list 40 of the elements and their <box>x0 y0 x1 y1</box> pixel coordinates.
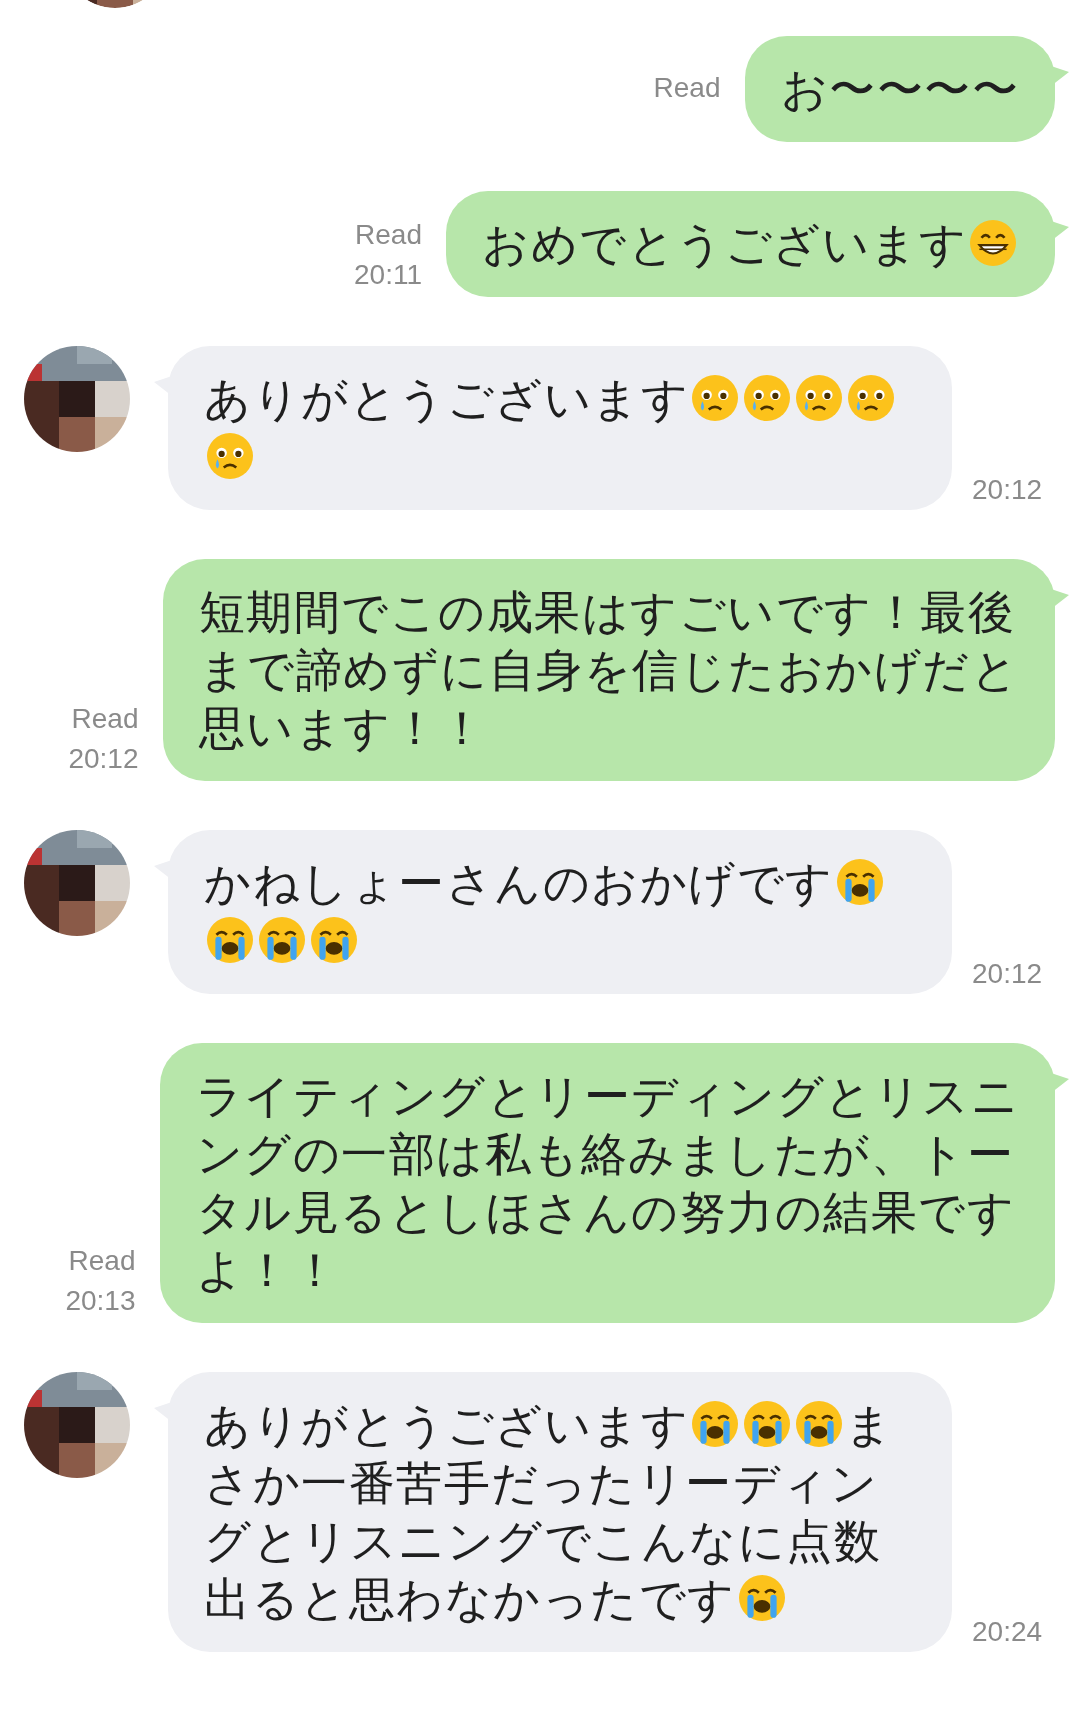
message-text: 思います！！ <box>198 701 487 755</box>
message-text: ングの一部は私も絡みましたが、トー <box>195 1127 1014 1181</box>
message-text: さか一番苦手だったリーディン <box>204 1456 878 1510</box>
timestamp: 20:12 <box>68 742 139 776</box>
message-text: 出ると思わなかったです <box>204 1572 736 1626</box>
read-receipt: Read <box>355 218 422 252</box>
grinning-face-icon <box>970 220 1016 266</box>
teary-face-icon <box>796 375 842 421</box>
message-text: タル見るとしほさんの努力の結果です <box>195 1185 1015 1239</box>
timestamp: 20:12 <box>972 473 1043 507</box>
timestamp: 20:12 <box>972 957 1043 991</box>
crying-face-icon <box>744 1401 790 1447</box>
message-text: お〜〜〜〜 <box>780 62 1019 116</box>
teary-face-icon <box>848 375 894 421</box>
message-text: ライティングとリーディングとリスニ <box>195 1069 1019 1123</box>
message-text: ま <box>845 1398 894 1452</box>
read-receipt: Read <box>71 702 139 736</box>
crying-face-icon <box>836 859 883 905</box>
crying-face-icon <box>738 1575 785 1621</box>
timestamp: 20:24 <box>972 1615 1043 1649</box>
crying-face-icon <box>207 917 253 963</box>
teary-face-icon <box>692 375 738 421</box>
crying-face-icon <box>692 1401 738 1447</box>
read-receipt: Read <box>653 71 721 105</box>
teary-face-icon <box>744 375 790 421</box>
crying-face-icon <box>311 917 357 963</box>
message-text: まで諦めずに自身を信じたおかげだと <box>198 643 1019 697</box>
message-text: ありがとうございます <box>204 1398 689 1452</box>
teary-face-icon <box>207 433 253 479</box>
message-text: よ！！ <box>195 1243 339 1297</box>
message-text: ありがとうございます <box>204 372 689 426</box>
crying-face-icon <box>796 1401 842 1447</box>
read-receipt: Read <box>68 1244 136 1278</box>
timestamp: 20:11 <box>354 258 422 292</box>
message-text: かねしょーさんのおかげです <box>204 856 834 910</box>
message-text: 短期間でこの成果はすごいです！最後 <box>198 585 1015 639</box>
crying-face-icon <box>259 917 305 963</box>
message-text: グとリスニングでこんなに点数 <box>204 1514 881 1568</box>
timestamp: 20:13 <box>65 1284 136 1318</box>
message-text: おめでとうございます <box>482 217 967 271</box>
